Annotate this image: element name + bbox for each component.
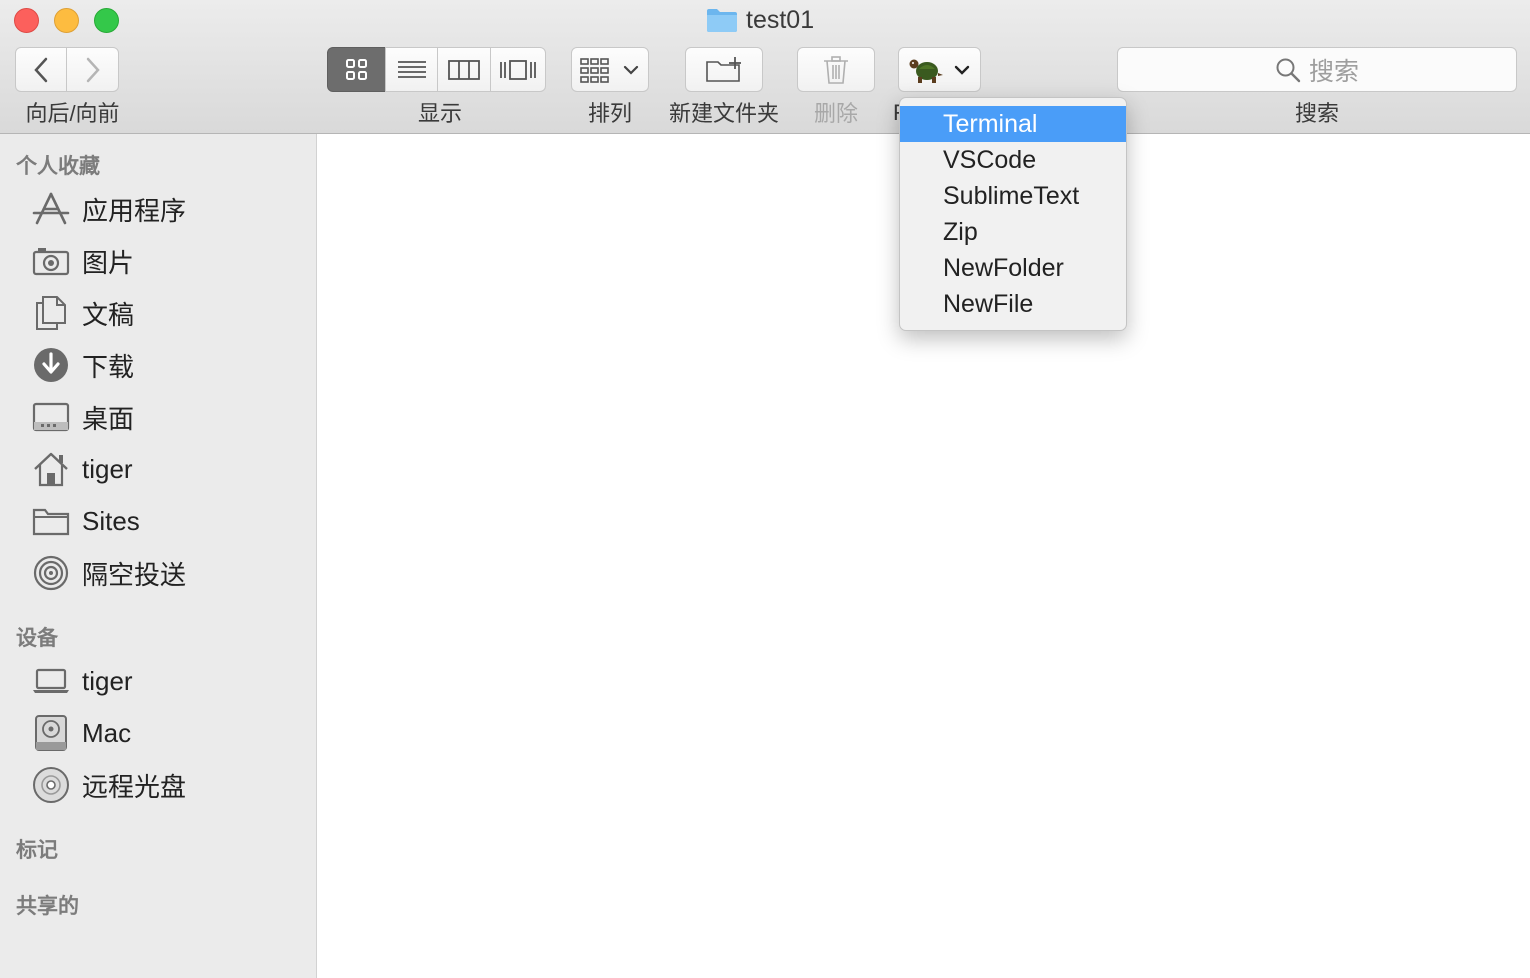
sidebar-item-remote-disc[interactable]: 远程光盘 xyxy=(32,765,186,805)
window-toolbar: test01 向后/向前 显示 排列 新建文件夹 删除 搜索 搜索 xyxy=(0,0,1530,134)
list-icon xyxy=(397,60,426,78)
laptop-icon xyxy=(32,662,70,700)
arrange-label: 排列 xyxy=(587,101,632,126)
arrange-grid-icon xyxy=(580,57,609,83)
folder-icon xyxy=(707,9,737,32)
window-title: test01 xyxy=(706,4,814,36)
sidebar-item-documents[interactable]: 文稿 xyxy=(32,293,134,333)
view-column-mode-button[interactable] xyxy=(437,47,491,92)
chevron-down-icon xyxy=(954,65,969,75)
new-folder-button[interactable] xyxy=(685,47,763,92)
minimize-window-button[interactable] xyxy=(54,8,79,33)
sidebar: 个人收藏 应用程序 图片 文稿 下载 桌面 tiger Sites 隔空投送 设… xyxy=(0,134,317,978)
search-icon xyxy=(1276,58,1301,82)
view-coverflow-mode-button[interactable] xyxy=(490,47,546,92)
sidebar-item-downloads[interactable]: 下载 xyxy=(32,345,134,385)
sidebar-item-applications[interactable]: 应用程序 xyxy=(32,189,186,229)
airdrop-icon xyxy=(32,554,70,592)
sidebar-item-airdrop[interactable]: 隔空投送 xyxy=(32,553,186,593)
search-field[interactable]: 搜索 xyxy=(1117,47,1517,92)
sidebar-item-pictures[interactable]: 图片 xyxy=(32,241,134,281)
turtle-icon xyxy=(909,59,943,83)
menu-item-zip[interactable]: Zip xyxy=(900,214,1126,250)
window-title-text: test01 xyxy=(746,5,815,34)
menu-item-newfolder[interactable]: NewFolder xyxy=(900,250,1126,286)
applications-icon xyxy=(32,190,70,228)
delete-label: 删除 xyxy=(813,101,858,126)
menu-item-newfile[interactable]: NewFile xyxy=(900,286,1126,322)
columns-icon xyxy=(448,59,480,80)
sidebar-item-label: Mac xyxy=(82,717,132,748)
forward-button[interactable] xyxy=(66,47,119,92)
sidebar-item-mac-disk[interactable]: Mac xyxy=(32,713,131,753)
new-folder-label: 新建文件夹 xyxy=(668,101,779,126)
sidebar-item-label: tiger xyxy=(82,453,133,484)
favorites-header: 个人收藏 xyxy=(16,155,100,178)
delete-button[interactable] xyxy=(797,47,875,92)
sidebar-item-label: 应用程序 xyxy=(82,195,187,226)
view-icon-mode-button[interactable] xyxy=(327,47,386,92)
sidebar-item-laptop[interactable]: tiger xyxy=(32,661,133,701)
arrange-button[interactable] xyxy=(571,47,649,92)
search-placeholder: 搜索 xyxy=(1308,57,1359,86)
devices-header: 设备 xyxy=(16,627,58,650)
sidebar-item-label: 图片 xyxy=(82,247,135,278)
action-dropdown-menu: Terminal VSCode SublimeText Zip NewFolde… xyxy=(899,97,1127,331)
optical-disc-icon xyxy=(32,766,70,804)
back-button[interactable] xyxy=(15,47,67,92)
sidebar-item-label: 桌面 xyxy=(82,403,135,434)
menu-item-vscode[interactable]: VSCode xyxy=(900,142,1126,178)
chevron-left-icon xyxy=(34,57,48,82)
tags-header[interactable]: 标记 xyxy=(16,834,58,864)
sidebar-item-desktop[interactable]: 桌面 xyxy=(32,397,134,437)
close-window-button[interactable] xyxy=(14,8,39,33)
desktop-icon xyxy=(32,398,70,436)
shared-header[interactable]: 共享的 xyxy=(16,890,79,920)
menu-item-terminal[interactable]: Terminal xyxy=(900,106,1126,142)
sidebar-item-label: 下载 xyxy=(82,351,135,382)
disk-icon xyxy=(32,714,70,752)
folder-icon xyxy=(32,502,70,540)
sidebar-item-home[interactable]: tiger xyxy=(32,449,133,489)
view-list-mode-button[interactable] xyxy=(385,47,438,92)
action-menu-button[interactable] xyxy=(898,47,981,92)
sidebar-item-label: 文稿 xyxy=(82,299,135,330)
zoom-window-button[interactable] xyxy=(94,8,119,33)
sidebar-item-sites[interactable]: Sites xyxy=(32,501,140,541)
chevron-down-icon xyxy=(623,65,639,75)
documents-icon xyxy=(32,294,70,332)
sidebar-item-label: 隔空投送 xyxy=(82,559,187,590)
new-folder-icon xyxy=(706,56,741,82)
camera-icon xyxy=(32,242,70,280)
menu-item-sublimetext[interactable]: SublimeText xyxy=(900,178,1126,214)
download-icon xyxy=(32,346,70,384)
coverflow-icon xyxy=(500,59,536,80)
view-label: 显示 xyxy=(417,101,462,126)
trash-icon xyxy=(824,55,848,84)
search-label: 搜索 xyxy=(1294,101,1339,126)
sidebar-item-label: tiger xyxy=(82,665,133,696)
home-icon xyxy=(32,450,70,488)
grid-icon xyxy=(345,58,367,80)
sidebar-item-label: Sites xyxy=(82,505,140,536)
chevron-right-icon xyxy=(86,57,100,82)
nav-label: 向后/向前 xyxy=(25,101,120,126)
sidebar-item-label: 远程光盘 xyxy=(82,771,187,802)
